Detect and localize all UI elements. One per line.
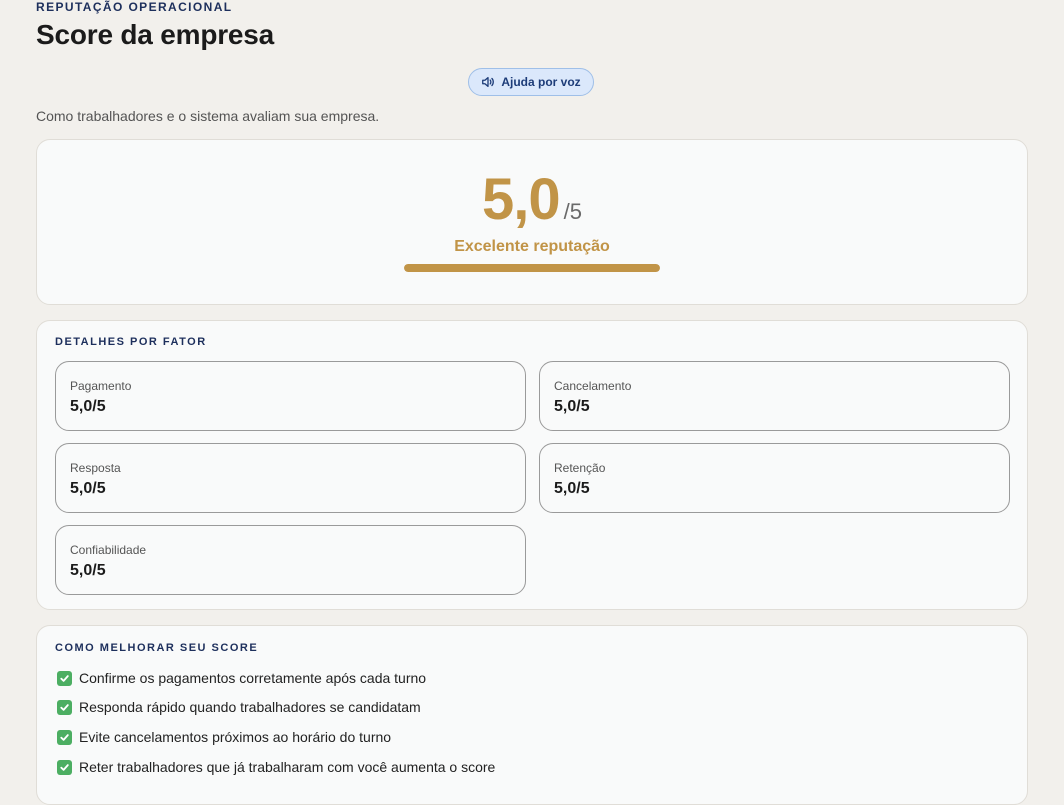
score-progress-fill: [404, 264, 660, 272]
tips-heading: COMO MELHORAR SEU SCORE: [55, 642, 259, 654]
factor-card-retention: Retenção 5,0/5: [539, 443, 1010, 513]
page-title: Score da empresa: [36, 19, 275, 50]
section-eyebrow: REPUTAÇÃO OPERACIONAL: [36, 0, 233, 14]
factor-label: Confiabilidade: [70, 543, 147, 557]
check-box-icon: [57, 699, 72, 715]
tip-text: Evite cancelamentos próximos ao horário …: [79, 729, 392, 745]
factor-card-reliability: Confiabilidade 5,0/5: [55, 525, 526, 595]
factor-card-payment: Pagamento 5,0/5: [55, 361, 526, 431]
voice-help-label: Ajuda por voz: [501, 75, 581, 89]
voice-help-button[interactable]: Ajuda por voz: [468, 68, 594, 96]
factor-label: Pagamento: [70, 379, 132, 393]
tip-text: Reter trabalhadores que já trabalharam c…: [79, 759, 496, 775]
tips-card: COMO MELHORAR SEU SCORE Confirme os paga…: [36, 625, 1028, 805]
tip-item: Evite cancelamentos próximos ao horário …: [57, 728, 391, 746]
tip-text: Responda rápido quando trabalhadores se …: [79, 699, 421, 715]
factor-value: 5,0/5: [554, 480, 590, 497]
page-subtitle: Como trabalhadores e o sistema avaliam s…: [36, 108, 380, 124]
score-value: 5,0: [482, 167, 561, 232]
check-box-icon: [57, 670, 72, 686]
check-box-icon: [57, 759, 72, 775]
factor-label: Resposta: [70, 461, 121, 475]
factor-value: 5,0/5: [70, 398, 106, 415]
score-max: /5: [563, 199, 582, 224]
factors-heading: DETALHES POR FATOR: [55, 336, 207, 348]
factors-card: DETALHES POR FATOR Pagamento 5,0/5 Cance…: [36, 320, 1028, 610]
factor-value: 5,0/5: [70, 480, 106, 497]
score-rating-label: Excelente reputação: [454, 238, 610, 255]
check-box-icon: [57, 729, 72, 745]
factor-label: Retenção: [554, 461, 606, 475]
factor-value: 5,0/5: [70, 562, 106, 579]
score-progress-bar: [404, 264, 660, 272]
tip-text: Confirme os pagamentos corretamente após…: [79, 670, 427, 686]
factor-card-cancellation: Cancelamento 5,0/5: [539, 361, 1010, 431]
speaker-icon: [481, 75, 495, 89]
tip-item: Responda rápido quando trabalhadores se …: [57, 698, 421, 716]
tip-item: Confirme os pagamentos corretamente após…: [57, 669, 426, 687]
factor-value: 5,0/5: [554, 398, 590, 415]
factor-card-response: Resposta 5,0/5: [55, 443, 526, 513]
tip-item: Reter trabalhadores que já trabalharam c…: [57, 758, 495, 776]
score-display: 5,0/5: [37, 168, 1027, 232]
factor-label: Cancelamento: [554, 379, 632, 393]
score-card: 5,0/5 Excelente reputação: [36, 139, 1028, 305]
